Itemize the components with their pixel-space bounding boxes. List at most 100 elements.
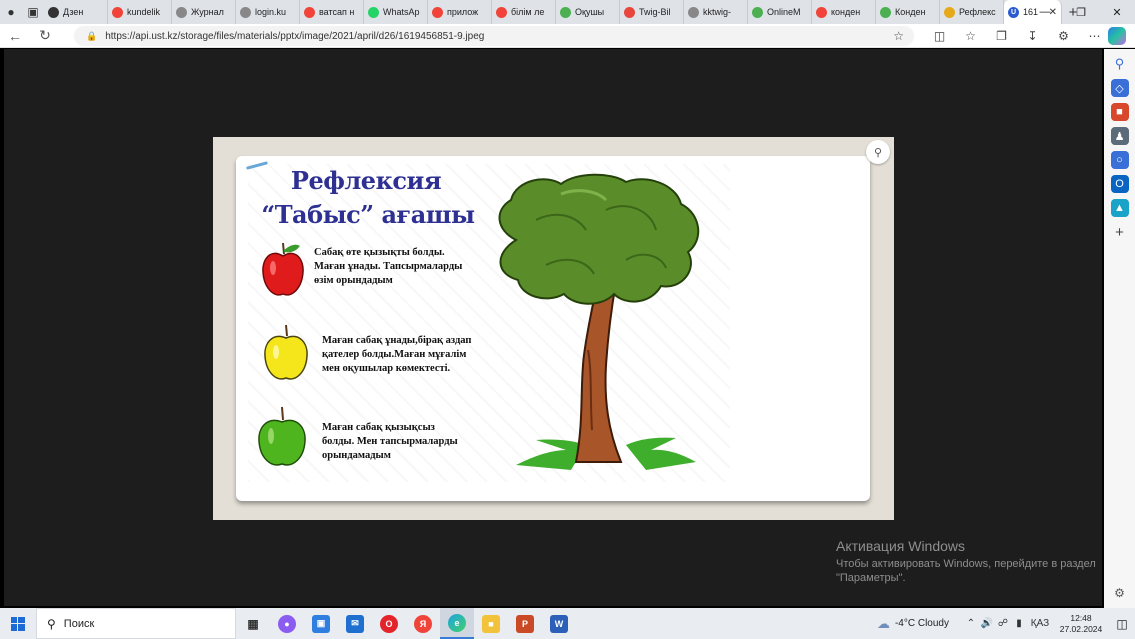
- maximize-button[interactable]: ❐: [1063, 0, 1099, 24]
- tab-8[interactable]: Оқушы: [556, 0, 620, 24]
- task-view-icon: ▦: [247, 616, 259, 631]
- url-text: https://api.ust.kz/storage/files/materia…: [105, 30, 485, 42]
- journal-icon: [176, 6, 187, 18]
- back-button[interactable]: ←: [0, 24, 30, 48]
- more-menu-icon[interactable]: ⋯: [1079, 24, 1110, 48]
- page-icon: [240, 6, 251, 18]
- onlinemektep-icon: [560, 6, 571, 18]
- tab-1[interactable]: kundelik: [108, 0, 172, 24]
- refresh-button[interactable]: ↻: [30, 24, 60, 48]
- twig-icon: [624, 6, 635, 18]
- split-screen-icon[interactable]: ◫: [924, 24, 955, 48]
- start-button[interactable]: [0, 608, 36, 639]
- slide-subtitle: “Табыс” ағашы: [261, 200, 475, 229]
- tab-11[interactable]: OnlineM: [748, 0, 812, 24]
- system-tray: ☁ -4°C Cloudy ⌃ 🔊 ☍ ▮ ҚАЗ 12:48 27.02.20…: [877, 608, 1135, 639]
- taskbar-opera[interactable]: O: [372, 608, 406, 639]
- opera-icon: O: [380, 614, 398, 633]
- url-input[interactable]: 🔒 https://api.ust.kz/storage/files/mater…: [74, 26, 914, 46]
- taskbar-search-input[interactable]: ⚲ Поиск: [36, 608, 236, 639]
- chevron-up-icon[interactable]: ⌃: [963, 618, 979, 629]
- tab-label: конден: [831, 7, 861, 17]
- store-icon: ▣: [312, 614, 330, 633]
- activation-subtitle: Чтобы активировать Windows, перейдите в …: [836, 558, 1096, 584]
- item-text-yellow: Маған сабақ ұнады,бірақ аздап қателер бо…: [322, 335, 472, 374]
- clock-time: 12:48: [1070, 612, 1092, 623]
- collections-icon[interactable]: ❐: [986, 24, 1017, 48]
- tab-5[interactable]: WhatsAp: [364, 0, 428, 24]
- taskbar-powerpoint[interactable]: P: [508, 608, 542, 639]
- volume-icon[interactable]: 🔊: [979, 618, 995, 629]
- tab-9[interactable]: Twig-Bil: [620, 0, 684, 24]
- tab-label: Оқушы: [575, 7, 605, 17]
- slide-card: Рефлексия “Табыс” ағашы Сабақ өте қызықт…: [236, 156, 870, 501]
- word-icon: W: [550, 614, 568, 633]
- tab-4[interactable]: ватсап н: [300, 0, 364, 24]
- tab-12[interactable]: конден: [812, 0, 876, 24]
- tree-illustration: [498, 173, 700, 470]
- copilot-icon[interactable]: [1108, 27, 1126, 45]
- office-icon[interactable]: ○: [1110, 151, 1129, 169]
- tools-icon[interactable]: ■: [1110, 103, 1129, 121]
- search-icon: ⚲: [47, 616, 56, 631]
- edge-sidebar: ⚲ ◇ ■ ♟ ○ O ▲ + ⚙: [1104, 49, 1135, 608]
- dzen-icon: [48, 6, 59, 18]
- battery-icon[interactable]: ▮: [1011, 618, 1027, 629]
- slide-title: Рефлексия: [290, 166, 442, 195]
- clock-date: 27.02.2024: [1059, 623, 1103, 634]
- tab-label: kundelik: [127, 7, 161, 17]
- taskbar-word[interactable]: W: [542, 608, 576, 639]
- taskbar-explorer[interactable]: ■: [474, 608, 508, 639]
- downloads-icon[interactable]: ↧: [1017, 24, 1048, 48]
- sidebar-settings-icon[interactable]: ⚙: [1111, 584, 1129, 602]
- tab-13[interactable]: Конден: [876, 0, 940, 24]
- clock[interactable]: 12:48 27.02.2024: [1053, 613, 1109, 635]
- task-view-button[interactable]: ▦: [236, 608, 270, 639]
- powerpoint-icon: P: [516, 614, 534, 633]
- outlook-icon[interactable]: O: [1110, 175, 1129, 193]
- tab-14[interactable]: Рефлекс: [940, 0, 1004, 24]
- taskbar-edge[interactable]: e: [440, 608, 474, 639]
- item-text-red: Сабақ өте қызықты болды. Маған ұнады. Та…: [314, 247, 463, 286]
- yandex-icon: [432, 6, 443, 18]
- tab-6[interactable]: прилож: [428, 0, 492, 24]
- visual-search-button[interactable]: ⚲: [866, 140, 890, 164]
- taskbar-store[interactable]: ▣: [304, 608, 338, 639]
- close-window-button[interactable]: ✕: [1099, 0, 1135, 24]
- slide-image[interactable]: Рефлексия “Табыс” ағашы Сабақ өте қызықт…: [213, 137, 894, 520]
- taskbar-alice[interactable]: ●: [270, 608, 304, 639]
- tab-0[interactable]: Дзен: [44, 0, 108, 24]
- activation-title: Активация Windows: [836, 538, 966, 554]
- tab-10[interactable]: kktwig-: [684, 0, 748, 24]
- notifications-icon[interactable]: ◫: [1109, 617, 1135, 631]
- tab-2[interactable]: Журнал: [172, 0, 236, 24]
- tab-label: Twig-Bil: [639, 7, 671, 17]
- profile-icon[interactable]: ●: [0, 2, 22, 22]
- drop-icon[interactable]: ▲: [1110, 199, 1129, 217]
- onlinemektep-icon: [880, 6, 891, 18]
- weather-widget[interactable]: ☁ -4°C Cloudy: [877, 616, 949, 632]
- games-icon[interactable]: ♟: [1110, 127, 1129, 145]
- shopping-icon[interactable]: ◇: [1110, 79, 1129, 97]
- tab-3[interactable]: login.ku: [236, 0, 300, 24]
- green-apple-icon: [258, 406, 306, 466]
- minimize-button[interactable]: —: [1027, 0, 1063, 24]
- tab-label: OnlineM: [767, 7, 801, 17]
- network-icon[interactable]: ☍: [995, 618, 1011, 629]
- search-placeholder: Поиск: [63, 617, 95, 630]
- lock-icon[interactable]: 🔒: [86, 31, 97, 42]
- extensions-icon[interactable]: ⚙: [1048, 24, 1079, 48]
- favorite-star-icon[interactable]: ☆: [893, 29, 904, 43]
- taskbar-mail[interactable]: ✉: [338, 608, 372, 639]
- favorites-icon[interactable]: ☆: [955, 24, 986, 48]
- taskbar-yandex[interactable]: Я: [406, 608, 440, 639]
- weather-text: -4°C Cloudy: [894, 618, 949, 629]
- tab-label: Конден: [895, 7, 926, 17]
- folder-icon: ■: [482, 614, 500, 633]
- tab-7[interactable]: білім ле: [492, 0, 556, 24]
- add-sidebar-button[interactable]: +: [1111, 223, 1129, 241]
- search-icon[interactable]: ⚲: [1111, 55, 1129, 73]
- workspaces-icon[interactable]: ▣: [22, 2, 44, 22]
- lang-indicator[interactable]: ҚАЗ: [1027, 618, 1053, 629]
- yandex-icon: Я: [414, 614, 432, 633]
